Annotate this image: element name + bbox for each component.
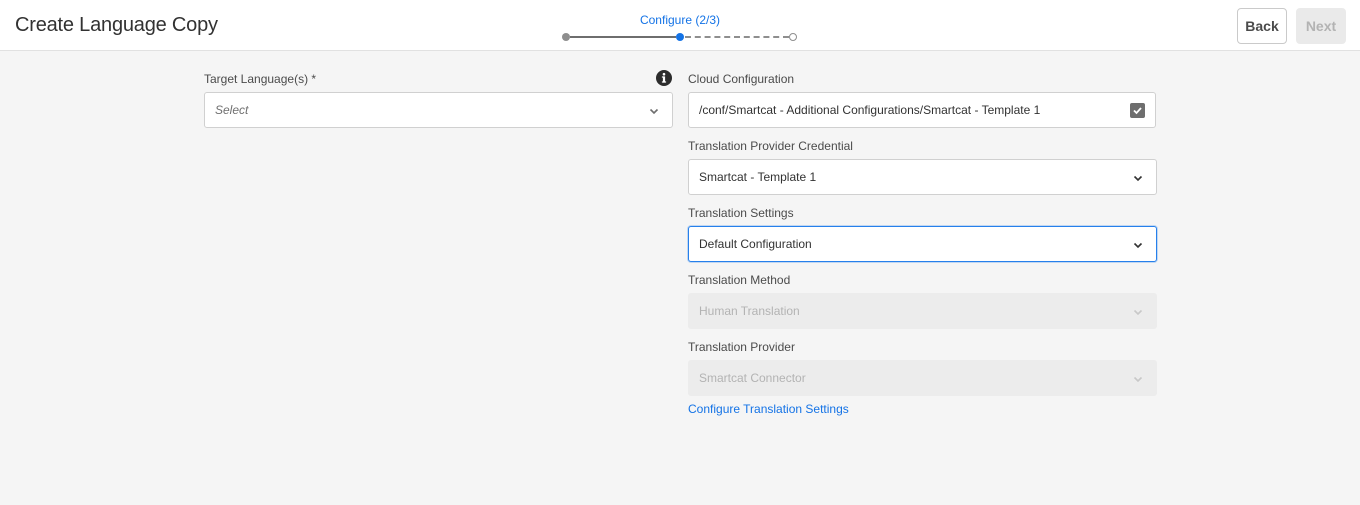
chevron-down-icon bbox=[1133, 376, 1143, 383]
step-3-dot bbox=[789, 33, 797, 41]
wizard-progress bbox=[562, 31, 802, 43]
progress-line-pending bbox=[685, 36, 789, 38]
wizard-step-label: Configure (2/3) bbox=[639, 13, 721, 27]
method-label: Translation Method bbox=[688, 273, 791, 287]
next-button[interactable]: Next bbox=[1296, 8, 1346, 44]
credential-select[interactable]: Smartcat - Template 1 bbox=[688, 159, 1157, 195]
page-title: Create Language Copy bbox=[15, 14, 218, 36]
cloud-config-checkbox[interactable] bbox=[1119, 92, 1156, 128]
top-bar: Create Language Copy Configure (2/3) Bac… bbox=[0, 0, 1360, 51]
progress-line-complete bbox=[570, 36, 676, 38]
method-value: Human Translation bbox=[699, 304, 800, 318]
step-1-dot bbox=[562, 33, 570, 41]
chevron-down-icon bbox=[1133, 175, 1143, 182]
provider-value: Smartcat Connector bbox=[699, 371, 806, 385]
chevron-down-icon bbox=[1133, 309, 1143, 316]
chevron-down-icon bbox=[1133, 242, 1143, 249]
credential-value: Smartcat - Template 1 bbox=[699, 170, 817, 184]
step-2-dot bbox=[676, 33, 684, 41]
method-select[interactable]: Human Translation bbox=[688, 293, 1157, 329]
cloud-config-value: /conf/Smartcat - Additional Configuratio… bbox=[699, 103, 1041, 117]
credential-label: Translation Provider Credential bbox=[688, 139, 853, 153]
cloud-config-label: Cloud Configuration bbox=[688, 72, 795, 86]
chevron-down-icon bbox=[649, 108, 659, 115]
settings-select[interactable]: Default Configuration bbox=[688, 226, 1157, 262]
settings-label: Translation Settings bbox=[688, 206, 794, 220]
cloud-config-input[interactable]: /conf/Smartcat - Additional Configuratio… bbox=[688, 92, 1120, 128]
checkbox-checked-icon bbox=[1129, 102, 1145, 118]
back-button[interactable]: Back bbox=[1237, 8, 1287, 44]
settings-value: Default Configuration bbox=[699, 237, 812, 251]
provider-select[interactable]: Smartcat Connector bbox=[688, 360, 1157, 396]
configure-translation-settings-link[interactable]: Configure Translation Settings bbox=[688, 402, 849, 416]
target-language-placeholder: Select bbox=[215, 103, 249, 117]
target-language-label: Target Language(s) * bbox=[204, 72, 317, 86]
provider-label: Translation Provider bbox=[688, 340, 795, 354]
target-language-select[interactable]: Select bbox=[204, 92, 673, 128]
info-icon[interactable] bbox=[656, 70, 672, 86]
